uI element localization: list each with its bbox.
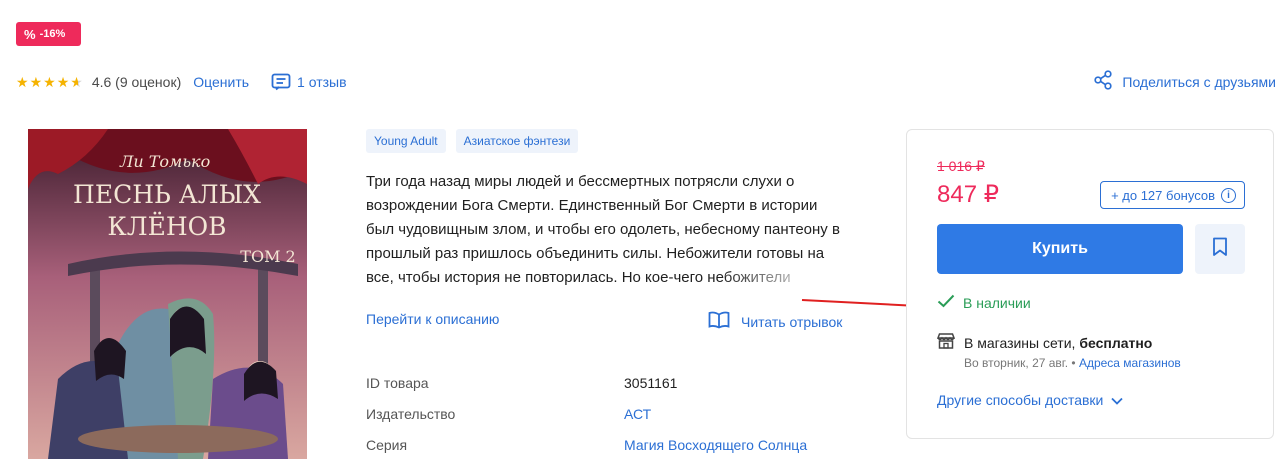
- other-delivery-toggle[interactable]: Другие способы доставки: [937, 392, 1124, 408]
- read-excerpt-label: Читать отрывок: [741, 313, 843, 330]
- spec-value: 3051161: [624, 374, 678, 391]
- store-addresses-link[interactable]: Адреса магазинов: [1079, 356, 1181, 370]
- cover-title-line1: ПЕСНЬ АЛЫХ: [73, 180, 261, 209]
- store-delivery-details: Во вторник, 27 авг. • Адреса магазинов: [964, 356, 1181, 370]
- spec-label: Серия: [366, 436, 408, 453]
- rating-value: 4.6 (9 оценок): [91, 74, 182, 90]
- series-link[interactable]: Магия Восходящего Солнца: [624, 437, 807, 453]
- star-icon: ★: [43, 73, 56, 90]
- rating-row: ★ ★ ★ ★ ★ 4.6 (9 оценок) Оценить 1 отзыв: [16, 70, 347, 94]
- bookmark-button[interactable]: [1195, 224, 1245, 274]
- bonus-badge[interactable]: + до 127 бонусов i: [1100, 181, 1245, 209]
- current-price: 847 ₽: [937, 181, 999, 208]
- rating-stars: ★ ★ ★ ★ ★: [16, 74, 83, 91]
- cover-volume: ТОМ 2: [240, 247, 295, 266]
- star-icon: ★: [56, 73, 70, 90]
- review-icon[interactable]: [271, 73, 291, 91]
- share-button[interactable]: Поделиться с друзьями: [1093, 70, 1276, 93]
- discount-label: -16%: [39, 28, 66, 40]
- tag-young-adult[interactable]: Young Adult: [366, 129, 446, 153]
- publisher-link[interactable]: АСТ: [624, 406, 651, 422]
- bookmark-icon: [1212, 237, 1228, 262]
- rate-link[interactable]: Оценить: [193, 74, 249, 90]
- cover-author: Ли Томько: [119, 152, 210, 171]
- availability-status: В наличии: [937, 294, 1031, 311]
- cover-title-line2: КЛЁНОВ: [107, 212, 226, 241]
- reviews-link[interactable]: 1 отзыв: [297, 74, 347, 90]
- info-icon[interactable]: i: [1221, 187, 1236, 203]
- genre-tags: Young Adult Азиатское фэнтези: [366, 129, 579, 153]
- goto-description-link[interactable]: Перейти к описанию: [366, 311, 499, 327]
- old-price: 1 016 ₽: [937, 158, 985, 174]
- star-icon: ★: [29, 73, 43, 90]
- book-cover[interactable]: Ли Томько ПЕСНЬ АЛЫХ КЛЁНОВ ТОМ 2: [28, 129, 307, 459]
- discount-badge: % -16%: [16, 22, 81, 46]
- star-half-icon: ★: [70, 73, 83, 90]
- buy-button[interactable]: Купить: [937, 224, 1183, 274]
- spec-row: Издательство АСТ: [366, 398, 807, 429]
- price-card: 1 016 ₽ 847 ₽ + до 127 бонусов i Купить …: [906, 129, 1274, 439]
- share-label: Поделиться с друзьями: [1122, 73, 1276, 90]
- spec-row: ID товара 3051161: [366, 367, 807, 398]
- spec-label: Издательство: [366, 405, 456, 422]
- specs-table: ID товара 3051161 Издательство АСТ Серия…: [366, 367, 807, 459]
- checkmark-icon: [937, 294, 955, 311]
- store-delivery-label: В магазины сети, бесплатно: [964, 334, 1153, 351]
- read-excerpt-link[interactable]: Читать отрывок: [708, 311, 842, 332]
- store-delivery: В магазины сети, бесплатно: [936, 333, 1153, 352]
- free-label: бесплатно: [1079, 334, 1153, 351]
- open-book-icon: [708, 311, 730, 332]
- percent-icon: %: [24, 26, 36, 42]
- star-icon: ★: [16, 73, 29, 90]
- store-icon: [936, 333, 956, 352]
- spec-label: ID товара: [366, 374, 429, 391]
- chevron-down-icon: [1111, 392, 1124, 408]
- tag-asian-fantasy[interactable]: Азиатское фэнтези: [455, 129, 579, 153]
- description-fade: [720, 262, 850, 288]
- spec-row: Серия Магия Восходящего Солнца: [366, 429, 807, 459]
- other-delivery-label: Другие способы доставки: [937, 392, 1104, 408]
- availability-label: В наличии: [963, 294, 1031, 311]
- store-date: Во вторник, 27 авг. •: [964, 356, 1076, 370]
- share-icon: [1093, 70, 1113, 93]
- bonus-label: + до 127 бонусов: [1111, 187, 1215, 203]
